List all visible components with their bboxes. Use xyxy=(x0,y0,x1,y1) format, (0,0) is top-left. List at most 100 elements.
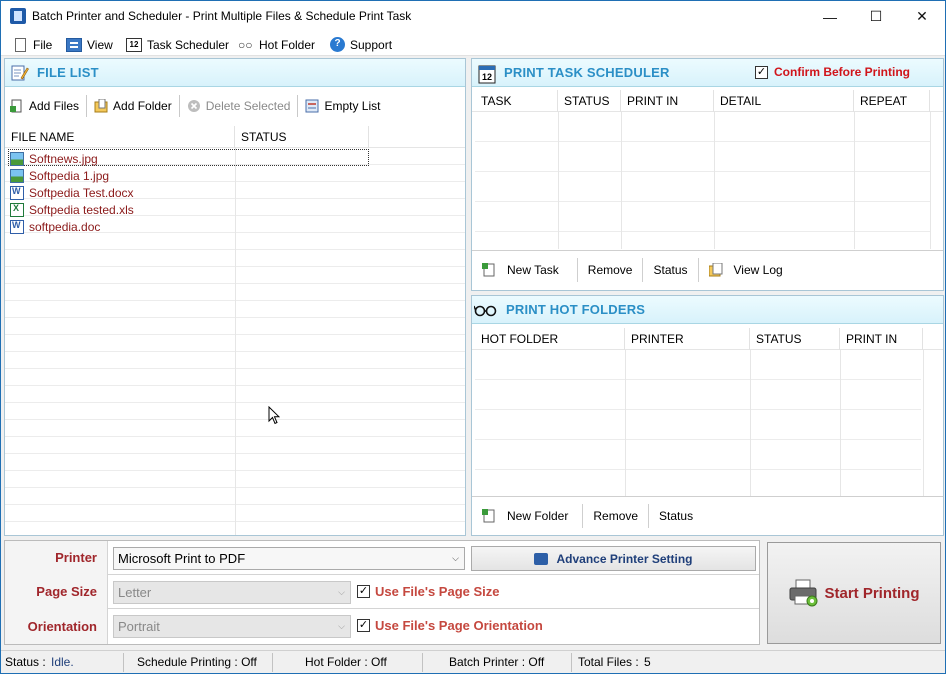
menu-task-scheduler-label: Task Scheduler xyxy=(147,37,230,52)
scheduler-grid[interactable] xyxy=(475,112,931,249)
remove-folder-label: Remove xyxy=(593,508,639,523)
empty-list-button[interactable]: Empty List xyxy=(300,95,385,117)
printer-icon xyxy=(534,552,549,565)
print-settings: Printer Microsoft Print to PDF ⌵ Advance… xyxy=(4,540,760,645)
printer-select[interactable]: Microsoft Print to PDF ⌵ xyxy=(113,547,465,570)
file-row[interactable]: Softnews.jpg xyxy=(10,150,98,167)
menu-file[interactable]: File xyxy=(13,36,52,53)
grid-divider xyxy=(923,350,924,496)
remove-task-label: Remove xyxy=(587,262,633,277)
confirm-before-printing-label: Confirm Before Printing xyxy=(774,65,911,79)
column-task[interactable]: TASK xyxy=(475,90,558,112)
grid-divider xyxy=(621,112,622,249)
remove-task-button[interactable]: Remove xyxy=(578,258,643,282)
confirm-before-printing-checkbox[interactable]: ✓ xyxy=(755,66,768,79)
view-icon xyxy=(66,37,82,52)
add-files-button[interactable]: Add Files xyxy=(5,95,84,117)
glasses-icon: ○○ xyxy=(238,37,253,52)
grid-divider xyxy=(714,112,715,249)
file-icon xyxy=(15,37,26,52)
file-row[interactable]: Softpedia 1.jpg xyxy=(10,167,109,184)
orientation-value: Portrait xyxy=(118,619,160,634)
column-status[interactable]: STATUS xyxy=(750,328,840,350)
file-list-header: FILE LIST xyxy=(5,59,465,87)
use-file-orientation-checkbox[interactable]: ✓ xyxy=(357,619,370,632)
delete-selected-button[interactable]: Delete Selected xyxy=(182,95,296,117)
minimize-button[interactable]: — xyxy=(807,1,853,32)
use-file-orientation-label: Use File's Page Orientation xyxy=(375,618,543,633)
schedule-printing-status: Schedule Printing : Off xyxy=(137,655,257,669)
new-task-icon xyxy=(482,262,496,277)
chevron-down-icon: ⌵ xyxy=(452,553,459,563)
add-folder-icon xyxy=(94,98,108,113)
menu-support[interactable]: ? Support xyxy=(330,36,392,53)
menu-view[interactable]: View xyxy=(66,36,113,53)
close-button[interactable]: ✕ xyxy=(899,1,945,32)
use-file-page-size-checkbox[interactable]: ✓ xyxy=(357,585,370,598)
menu-file-label: File xyxy=(33,37,53,52)
start-printing-button[interactable]: Start Printing xyxy=(767,542,941,644)
folder-status-label: Status xyxy=(659,508,694,523)
menu-task-scheduler[interactable]: 12 Task Scheduler xyxy=(126,36,229,53)
column-print-in[interactable]: PRINT IN xyxy=(840,328,923,350)
scheduler-title: PRINT TASK SCHEDULER xyxy=(504,65,670,80)
menu-hot-folder-label: Hot Folder xyxy=(259,37,316,52)
empty-list-label: Empty List xyxy=(324,99,381,113)
orientation-select[interactable]: Portrait ⌵ xyxy=(113,615,351,638)
column-repeat[interactable]: REPEAT xyxy=(854,90,930,112)
view-log-button[interactable]: View Log xyxy=(699,258,793,282)
add-file-icon xyxy=(10,99,24,113)
column-file-name[interactable]: FILE NAME xyxy=(5,126,235,148)
new-task-button[interactable]: New Task xyxy=(472,258,569,282)
column-hot-folder[interactable]: HOT FOLDER xyxy=(475,328,625,350)
status-label: Status : xyxy=(5,655,46,669)
advance-printer-setting-button[interactable]: Advance Printer Setting xyxy=(471,546,756,571)
batch-printer-status: Batch Printer : Off xyxy=(449,655,545,669)
column-status[interactable]: STATUS xyxy=(235,126,369,148)
file-list-column-headers: FILE NAME STATUS xyxy=(5,126,465,148)
app-printer-icon xyxy=(10,8,26,24)
delete-selected-label: Delete Selected xyxy=(205,99,291,113)
printer-value: Microsoft Print to PDF xyxy=(118,551,246,566)
chevron-down-icon: ⌵ xyxy=(338,621,345,631)
use-file-page-size-label: Use File's Page Size xyxy=(375,584,500,599)
status-separator xyxy=(422,653,423,672)
task-status-button[interactable]: Status xyxy=(643,258,697,282)
notepad-pencil-icon xyxy=(11,64,29,82)
file-name: Softpedia tested.xls xyxy=(29,202,134,217)
file-list-toolbar: Add Files Add Folder Delete Selected Emp… xyxy=(5,90,465,122)
empty-list-icon xyxy=(305,99,319,113)
grid-divider xyxy=(750,350,751,496)
column-status[interactable]: STATUS xyxy=(558,90,621,112)
new-folder-icon xyxy=(482,508,496,523)
column-print-in[interactable]: PRINT IN xyxy=(621,90,714,112)
orientation-label: Orientation xyxy=(5,609,108,644)
hot-folders-header: PRINT HOT FOLDERS xyxy=(472,296,943,324)
calendar-icon: 12 xyxy=(478,64,496,83)
remove-folder-button[interactable]: Remove xyxy=(583,504,648,528)
file-row[interactable]: Softpedia tested.xls xyxy=(10,201,134,218)
mouse-cursor-icon xyxy=(268,406,280,425)
grid-divider xyxy=(235,148,236,535)
status-separator xyxy=(123,653,124,672)
new-folder-button[interactable]: New Folder xyxy=(472,504,578,528)
status-separator xyxy=(272,653,273,672)
chevron-down-icon: ⌵ xyxy=(338,587,345,597)
add-folder-button[interactable]: Add Folder xyxy=(89,95,177,117)
toolbar-separator xyxy=(178,95,180,117)
add-files-label: Add Files xyxy=(29,99,80,113)
folder-status-button[interactable]: Status xyxy=(649,504,703,528)
menu-bar: File View 12 Task Scheduler ○○ Hot Folde… xyxy=(1,32,945,56)
column-printer[interactable]: PRINTER xyxy=(625,328,750,350)
maximize-button[interactable]: ☐ xyxy=(853,1,899,32)
file-row[interactable]: softpedia.doc xyxy=(10,218,100,235)
hot-folders-panel: PRINT HOT FOLDERS HOT FOLDER PRINTER STA… xyxy=(471,295,944,536)
hot-folders-grid[interactable] xyxy=(475,350,921,496)
hot-folders-toolbar: New Folder Remove Status xyxy=(472,496,943,534)
page-size-select[interactable]: Letter ⌵ xyxy=(113,581,351,604)
image-file-icon xyxy=(10,168,24,183)
menu-hot-folder[interactable]: ○○ Hot Folder xyxy=(238,36,315,53)
column-detail[interactable]: DETAIL xyxy=(714,90,854,112)
calendar-icon: 12 xyxy=(126,37,142,52)
file-row[interactable]: Softpedia Test.docx xyxy=(10,184,134,201)
